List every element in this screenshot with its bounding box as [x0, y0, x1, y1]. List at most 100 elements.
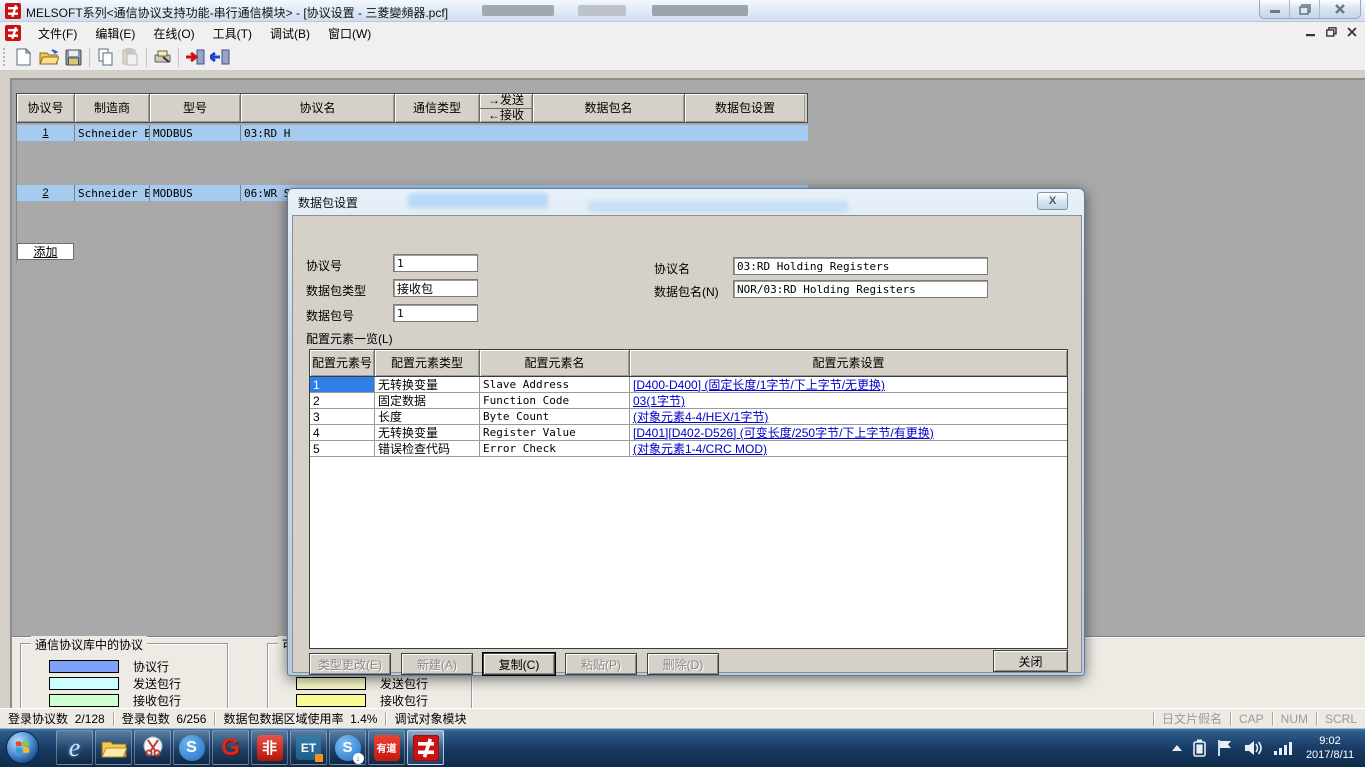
- minimize-button[interactable]: [1260, 0, 1290, 18]
- mdi-child-icon: [5, 25, 21, 41]
- element-setting-link[interactable]: [D401][D402-D526] (可变长度/250字节/下上字节/有更换): [633, 425, 934, 440]
- close-dialog-button[interactable]: 关闭: [993, 650, 1068, 672]
- taskbar-sogou-browser[interactable]: S: [173, 730, 210, 765]
- receive-row-swatch: [296, 694, 366, 707]
- col-packet-name: 数据包名: [533, 94, 685, 122]
- model-cell: MODBUS: [150, 185, 241, 201]
- table-row[interactable]: 4 无转换变量 Register Value [D401][D402-D526]…: [310, 425, 1067, 441]
- close-button[interactable]: [1320, 0, 1360, 18]
- col-protocol-no: 协议号: [17, 94, 75, 122]
- protocol-no-link[interactable]: 2: [17, 185, 75, 201]
- taskbar-melsoft-active[interactable]: [407, 730, 444, 765]
- toolbar-separator: [146, 48, 147, 67]
- col-send-receive: →发送 ←接收: [480, 94, 533, 122]
- taskbar-file-explorer[interactable]: [95, 730, 132, 765]
- network-signal-icon[interactable]: [1273, 740, 1293, 756]
- table-row[interactable]: 2 固定数据 Function Code 03(1字节): [310, 393, 1067, 409]
- packet-type-field[interactable]: 接收包: [393, 279, 478, 297]
- copy-icon[interactable]: [94, 46, 117, 69]
- menu-edit[interactable]: 编辑(E): [86, 22, 144, 45]
- add-protocol-button[interactable]: 添加: [17, 243, 74, 260]
- table-row[interactable]: 5 错误检查代码 Error Check (对象元素1-4/CRC MOD): [310, 441, 1067, 457]
- taskbar-youdao-dict[interactable]: 有道: [368, 730, 405, 765]
- copy-button[interactable]: 复制(C): [483, 653, 555, 675]
- table-empty-area: [310, 457, 1067, 648]
- element-type-cell: 固定数据: [375, 393, 480, 408]
- paste-icon[interactable]: [119, 46, 142, 69]
- mdi-close-button[interactable]: [1347, 26, 1357, 40]
- start-button[interactable]: [6, 731, 39, 764]
- tray-expand-icon[interactable]: [1172, 745, 1182, 751]
- protocol-no-link[interactable]: 1: [17, 125, 75, 141]
- action-center-flag-icon[interactable]: [1217, 739, 1233, 757]
- packet-name-label: 数据包名(N): [654, 283, 719, 300]
- restore-button[interactable]: [1290, 0, 1320, 18]
- send-row-swatch: [296, 677, 366, 690]
- protocol-no-field[interactable]: 1: [393, 254, 478, 272]
- packet-settings-dialog: 数据包设置 X 协议号 1 数据包类型 接收包 数据包号 1 协议名 03:RD…: [287, 188, 1085, 676]
- element-no-cell[interactable]: 3: [310, 409, 375, 424]
- element-setting-link[interactable]: (对象元素4-4/HEX/1字节): [633, 409, 768, 424]
- change-type-button[interactable]: 类型更改(E): [309, 653, 391, 675]
- paste-button[interactable]: 粘贴(P): [565, 653, 637, 675]
- packet-no-field[interactable]: 1: [393, 304, 478, 322]
- element-no-cell[interactable]: 4: [310, 425, 375, 440]
- config-table-header: 配置元素号 配置元素类型 配置元素名 配置元素设置: [310, 350, 1067, 377]
- element-setting-link[interactable]: 03(1字节): [633, 393, 685, 408]
- taskbar-et-spreadsheet[interactable]: ET: [290, 730, 327, 765]
- et-icon: ET: [296, 735, 321, 760]
- taskbar-red-cad-app[interactable]: 非: [251, 730, 288, 765]
- mdi-minimize-button[interactable]: [1306, 26, 1316, 40]
- menu-window[interactable]: 窗口(W): [319, 22, 380, 45]
- protocol-name-cell: 03:RD H: [241, 125, 395, 141]
- dialog-close-button[interactable]: X: [1037, 192, 1068, 210]
- new-file-icon[interactable]: [12, 46, 35, 69]
- menu-file[interactable]: 文件(F): [29, 22, 86, 45]
- delete-button[interactable]: 删除(D): [647, 653, 719, 675]
- status-numlock: NUM: [1273, 711, 1316, 727]
- taskbar-snipping-tool[interactable]: [134, 730, 171, 765]
- element-no-cell[interactable]: 1: [310, 377, 375, 392]
- element-type-cell: 无转换变量: [375, 377, 480, 392]
- element-no-cell[interactable]: 5: [310, 441, 375, 456]
- module-read-icon[interactable]: [208, 46, 231, 69]
- manufacturer-cell: Schneider E: [75, 185, 150, 201]
- scissors-icon: [141, 736, 165, 760]
- new-button[interactable]: 新建(A): [401, 653, 473, 675]
- taskbar-sogou-download[interactable]: S ↓: [329, 730, 366, 765]
- taskbar-internet-explorer[interactable]: e: [56, 730, 93, 765]
- print-icon[interactable]: [151, 46, 174, 69]
- menu-tools[interactable]: 工具(T): [204, 22, 261, 45]
- windows-logo-icon: [15, 741, 30, 755]
- sogou-download-icon: S ↓: [335, 735, 361, 761]
- table-row[interactable]: 3 长度 Byte Count (对象元素4-4/HEX/1字节): [310, 409, 1067, 425]
- element-setting-link[interactable]: [D400-D400] (固定长度/1字节/下上字节/无更换): [633, 377, 885, 392]
- et-glyph: ET: [301, 741, 316, 755]
- statusbar: 登录协议数 2/128 登录包数 6/256 数据包数据区域使用率 1.4% 调…: [0, 708, 1365, 728]
- status-protocol-count: 登录协议数 2/128: [0, 711, 113, 727]
- table-row[interactable]: 1 无转换变量 Slave Address [D400-D400] (固定长度/…: [310, 377, 1067, 393]
- menu-online[interactable]: 在线(O): [144, 22, 203, 45]
- mdi-restore-button[interactable]: [1326, 26, 1337, 40]
- packet-name-field[interactable]: NOR/03:RD Holding Registers: [733, 280, 988, 298]
- legend-label: 发送包行: [380, 675, 428, 692]
- element-no-cell[interactable]: 2: [310, 393, 375, 408]
- battery-icon[interactable]: [1193, 739, 1206, 757]
- table-row[interactable]: 1 Schneider E MODBUS 03:RD H: [17, 125, 808, 141]
- status-label: 登录包数: [122, 710, 170, 727]
- module-write-icon[interactable]: [183, 46, 206, 69]
- menu-debug[interactable]: 调试(B): [261, 22, 319, 45]
- element-setting-link[interactable]: (对象元素1-4/CRC MOD): [633, 441, 767, 456]
- taskbar-clock[interactable]: 9:02 2017/8/11: [1297, 730, 1363, 765]
- save-icon[interactable]: [62, 46, 85, 69]
- status-scrolllock: SCRL: [1317, 711, 1365, 727]
- speaker-icon[interactable]: [1244, 740, 1262, 756]
- protocol-name-field[interactable]: 03:RD Holding Registers: [733, 257, 988, 275]
- library-legend-group: 通信协议库中的协议 协议行 发送包行 接收包行: [20, 643, 228, 709]
- col-element-no: 配置元素号: [310, 350, 375, 376]
- protocol-table-header: 协议号 制造商 型号 协议名 通信类型 →发送 ←接收 数据包名 数据包设置: [16, 93, 808, 123]
- open-file-icon[interactable]: [37, 46, 60, 69]
- legend-label: 发送包行: [133, 675, 181, 692]
- taskbar-g-app[interactable]: G: [212, 730, 249, 765]
- send-label: →发送: [480, 94, 532, 108]
